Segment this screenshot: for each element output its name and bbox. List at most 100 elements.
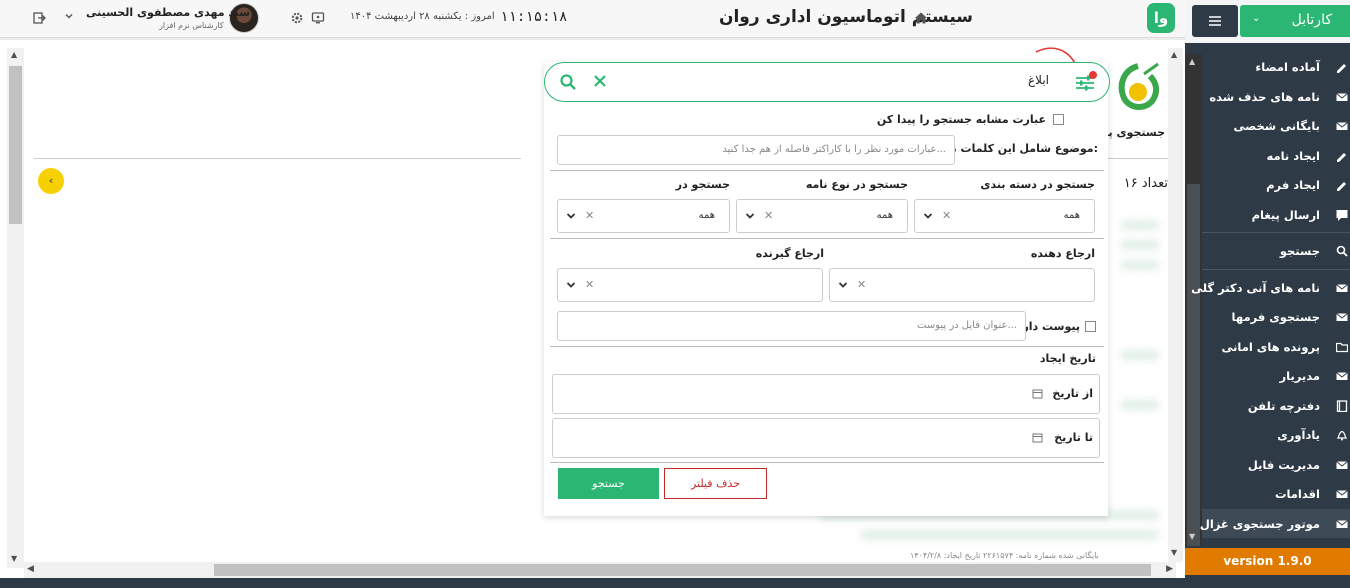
bell-icon	[1336, 430, 1348, 441]
scroll-up-icon[interactable]: ▲	[1189, 57, 1198, 66]
envelope-icon	[1336, 122, 1348, 130]
envelope-icon	[1336, 519, 1348, 528]
sidebar-item[interactable]: بایگانی شخصی	[1202, 111, 1350, 141]
scrollbar-thumb[interactable]	[1187, 184, 1200, 546]
sidebar-item[interactable]: اقدامات	[1202, 479, 1350, 509]
envelope-icon	[1336, 372, 1348, 380]
chevron-down-icon[interactable]	[838, 280, 848, 290]
divider	[34, 158, 521, 159]
referrer-select[interactable]: ✕	[829, 268, 1095, 302]
clear-selection-icon[interactable]: ✕	[585, 278, 594, 291]
result-row	[1120, 240, 1160, 250]
clear-selection-icon[interactable]: ✕	[857, 278, 866, 291]
result-row	[1120, 220, 1160, 230]
search-input[interactable]: ابلاغ	[1028, 73, 1049, 87]
version-label: version 1.9.0	[1185, 548, 1350, 575]
sidebar-item[interactable]: یادآوری	[1202, 420, 1350, 450]
divider	[550, 170, 1104, 171]
sidebar-item[interactable]: ایجاد فرم	[1202, 170, 1350, 200]
close-icon[interactable]	[592, 73, 608, 89]
scroll-up-icon[interactable]: ▲	[11, 50, 17, 59]
kartabl-button[interactable]: کارتابل ⌄	[1240, 5, 1350, 37]
result-row	[860, 530, 1160, 540]
sidebar-header: کارتابل ⌄	[1185, 0, 1350, 43]
horizontal-scrollbar[interactable]: ◀ ▶	[24, 562, 1176, 578]
clear-selection-icon[interactable]: ✕	[942, 209, 951, 222]
sidebar-item-label: بایگانی شخصی	[1233, 119, 1320, 133]
chevron-down-icon[interactable]	[923, 211, 933, 221]
content-scrollbar[interactable]: ▲ ▼	[1168, 48, 1183, 562]
similar-phrase-checkbox[interactable]	[1053, 114, 1064, 125]
sidebar-item-label: موتور جستجوی غزال	[1199, 516, 1320, 531]
letter-type-select[interactable]: همه ✕	[736, 199, 908, 233]
top-bar: وا سیستم اتوماسیون اداری روان ۱۱:۱۵:۱۸ ا…	[0, 0, 1185, 38]
sidebar-item-label: دفترچه تلفن	[1247, 398, 1320, 413]
sidebar-item[interactable]: جستجو	[1202, 236, 1350, 266]
sidebar-item[interactable]: مدیریت فایل	[1202, 450, 1350, 480]
clear-selection-icon[interactable]: ✕	[764, 209, 773, 222]
letter-type-label: جستجو در نوع نامه	[805, 178, 908, 191]
letter-type-select-value: همه	[876, 210, 893, 221]
logout-icon[interactable]	[31, 10, 47, 26]
home-icon[interactable]	[913, 10, 929, 26]
monitor-icon[interactable]	[310, 10, 326, 26]
sidebar-item[interactable]: ارسال پیغام	[1202, 200, 1350, 230]
calendar-icon[interactable]	[1032, 432, 1043, 443]
sidebar-item-label: اقدامات	[1274, 487, 1320, 501]
scroll-up-icon[interactable]: ▲	[1171, 50, 1177, 59]
result-row	[1120, 400, 1160, 410]
sidebar-item[interactable]: موتور جستجوی غزال	[1199, 508, 1350, 538]
referee-select[interactable]: ✕	[557, 268, 823, 302]
referrer-label: ارجاع دهنده	[1030, 247, 1095, 260]
chevron-down-icon[interactable]	[745, 211, 755, 221]
clear-selection-icon[interactable]: ✕	[585, 209, 594, 222]
chevron-down-icon[interactable]	[566, 280, 576, 290]
sidebar-item[interactable]: نامه های آنی دکتر گلی	[1191, 273, 1350, 303]
exclude-words-input[interactable]: عبارات مورد نظر را با کاراکتر فاصله از ه…	[557, 135, 955, 165]
divider	[1105, 158, 1168, 159]
scroll-down-icon[interactable]: ▼	[1171, 548, 1177, 557]
sidebar-item[interactable]: ایجاد نامه	[1202, 141, 1350, 171]
sidebar-item[interactable]: دفترچه تلفن	[1202, 391, 1350, 421]
search-icon[interactable]	[559, 73, 577, 91]
attachment-title-input[interactable]: عنوان فایل در پیوست...	[557, 311, 1026, 341]
scroll-down-icon[interactable]: ▼	[11, 554, 17, 563]
sidebar-item[interactable]: پرونده های امانی	[1202, 332, 1350, 362]
to-date-field[interactable]: تا تاریخ	[552, 418, 1100, 458]
attachment-checkbox[interactable]	[1085, 321, 1096, 332]
scrollbar-thumb[interactable]	[9, 66, 22, 224]
sidebar-item-label: ارسال پیغام	[1251, 207, 1320, 222]
divider	[550, 462, 1104, 463]
scrollbar-thumb[interactable]	[214, 564, 1151, 576]
sidebar-item[interactable]: نامه های حذف شده	[1202, 82, 1350, 112]
sidebar-item-label: ایجاد فرم	[1266, 178, 1320, 192]
search-bar[interactable]: ابلاغ	[544, 62, 1110, 102]
collapse-toggle-button[interactable]: ‹	[38, 168, 64, 194]
chevron-down-icon[interactable]	[64, 11, 74, 21]
attachment-label: پیوست دارد	[1016, 320, 1080, 333]
sidebar-item[interactable]: آماده امضاء	[1202, 52, 1350, 82]
chevron-down-icon[interactable]	[566, 211, 576, 221]
category-select[interactable]: همه ✕	[914, 199, 1095, 233]
sidebar: کارتابل ⌄ ▲ ▼ آماده امضاء نامه های حذف شد…	[1185, 0, 1350, 588]
sidebar-scrollbar[interactable]: ▲ ▼	[1185, 54, 1202, 546]
search-button[interactable]: جستجو	[558, 468, 659, 499]
gear-icon[interactable]	[289, 10, 305, 26]
scroll-left-icon[interactable]: ◀	[27, 564, 34, 574]
sidebar-item[interactable]: جستجوی فرمها	[1202, 302, 1350, 332]
from-date-field[interactable]: از تاریخ	[552, 374, 1100, 414]
sidebar-item-label: جستجوی فرمها	[1231, 310, 1320, 324]
result-row	[1120, 350, 1160, 360]
sidebar-item-label: مدیریار	[1279, 369, 1321, 383]
scroll-down-icon[interactable]: ▼	[1189, 532, 1198, 541]
sidebar-item[interactable]: مدیریار	[1202, 361, 1350, 391]
user-name[interactable]: سید مهدی مصطفوی الحسینی	[86, 6, 250, 19]
search-in-label: جستجو در	[675, 178, 730, 191]
scroll-right-icon[interactable]: ▶	[1166, 564, 1173, 574]
vertical-scrollbar[interactable]: ▲ ▼	[7, 48, 24, 568]
search-in-select[interactable]: همه ✕	[557, 199, 730, 233]
clear-filter-button[interactable]: حذف فیلتر	[664, 468, 767, 499]
sidebar-separator	[1202, 268, 1350, 270]
calendar-icon[interactable]	[1032, 388, 1043, 399]
menu-toggle-button[interactable]	[1192, 5, 1238, 37]
